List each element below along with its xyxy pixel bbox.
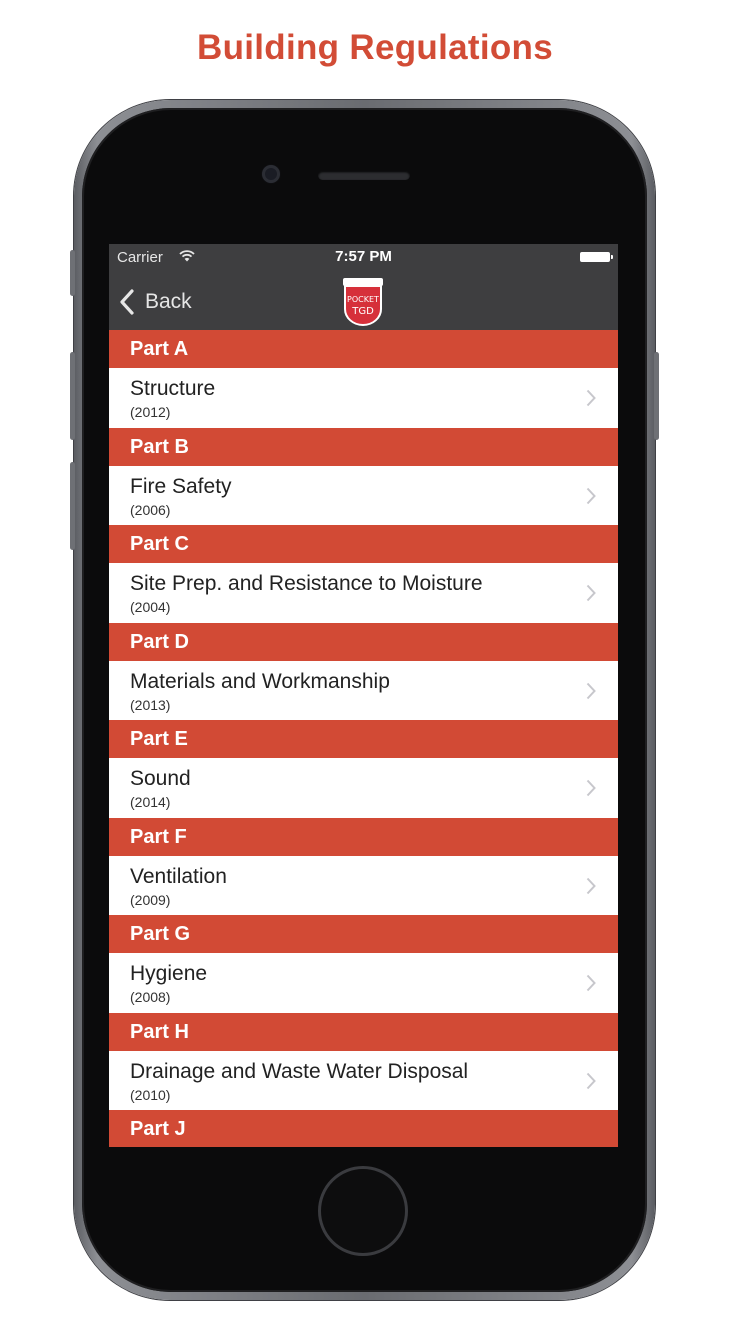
section-header-part-e: Part E — [109, 720, 618, 758]
app-screen: Carrier 7:57 PM Back POCKET TGD Part A S… — [109, 244, 618, 1147]
section-header-part-h: Part H — [109, 1012, 618, 1051]
item-title: Materials and Workmanship — [130, 669, 390, 693]
status-time: 7:57 PM — [335, 248, 392, 265]
chevron-right-icon — [586, 487, 596, 504]
chevron-right-icon — [586, 974, 596, 992]
chevron-right-icon — [586, 389, 596, 407]
front-camera — [262, 165, 280, 183]
chevron-right-icon — [586, 877, 596, 894]
list-item-sound[interactable]: Sound (2014) — [109, 758, 618, 818]
section-header-part-f: Part F — [109, 817, 618, 856]
chevron-right-icon — [586, 779, 596, 797]
list-item-materials[interactable]: Materials and Workmanship (2013) — [109, 660, 618, 720]
volume-down-button — [70, 462, 75, 550]
item-title: Site Prep. and Resistance to Moisture — [130, 572, 483, 595]
section-header-part-d: Part D — [109, 622, 618, 661]
item-year: (2010) — [130, 1086, 171, 1103]
pocket-tgd-logo: POCKET TGD — [343, 278, 383, 326]
section-header-part-c: Part C — [109, 525, 618, 563]
chevron-right-icon — [586, 584, 596, 602]
earpiece-speaker — [318, 171, 410, 180]
volume-up-button — [70, 352, 75, 440]
item-title: Sound — [130, 767, 191, 790]
battery-icon — [580, 252, 613, 262]
item-year: (2013) — [130, 696, 171, 713]
back-button[interactable]: Back — [119, 286, 192, 318]
section-header-part-j: Part J — [109, 1110, 618, 1147]
home-button[interactable] — [318, 1166, 408, 1256]
back-chevron-icon — [120, 289, 134, 315]
regulations-list: Part A Structure (2012) Part B Fire Safe… — [109, 330, 618, 1147]
list-item-site-prep[interactable]: Site Prep. and Resistance to Moisture (2… — [109, 563, 618, 623]
navigation-bar: Carrier 7:57 PM Back POCKET TGD — [109, 244, 618, 330]
list-item-hygiene[interactable]: Hygiene (2008) — [109, 953, 618, 1013]
item-year: (2012) — [130, 404, 171, 420]
section-header-part-a: Part A — [109, 330, 618, 368]
chevron-right-icon — [586, 682, 596, 699]
list-item-ventilation[interactable]: Ventilation (2009) — [109, 855, 618, 915]
power-button — [654, 352, 659, 440]
item-year: (2004) — [130, 599, 171, 615]
logo-text-line1: POCKET — [347, 295, 379, 304]
item-year: (2008) — [130, 989, 171, 1005]
item-title: Ventilation — [130, 864, 227, 888]
list-item-fire-safety[interactable]: Fire Safety (2006) — [109, 465, 618, 525]
item-year: (2006) — [130, 501, 171, 518]
page-title: Building Regulations — [197, 28, 553, 67]
item-title: Fire Safety — [130, 474, 232, 498]
list-item-structure[interactable]: Structure (2012) — [109, 368, 618, 428]
section-header-part-g: Part G — [109, 915, 618, 953]
item-title: Drainage and Waste Water Disposal — [130, 1059, 469, 1083]
item-year: (2009) — [130, 891, 171, 908]
chevron-right-icon — [586, 1072, 596, 1089]
section-header-part-b: Part B — [109, 427, 618, 466]
mute-switch — [70, 250, 75, 296]
item-title: Hygiene — [130, 962, 208, 985]
item-year: (2014) — [130, 794, 171, 810]
logo-text-line2: TGD — [351, 306, 374, 317]
back-label: Back — [145, 290, 192, 313]
list-item-drainage[interactable]: Drainage and Waste Water Disposal (2010) — [109, 1050, 618, 1110]
item-title: Structure — [130, 377, 216, 400]
